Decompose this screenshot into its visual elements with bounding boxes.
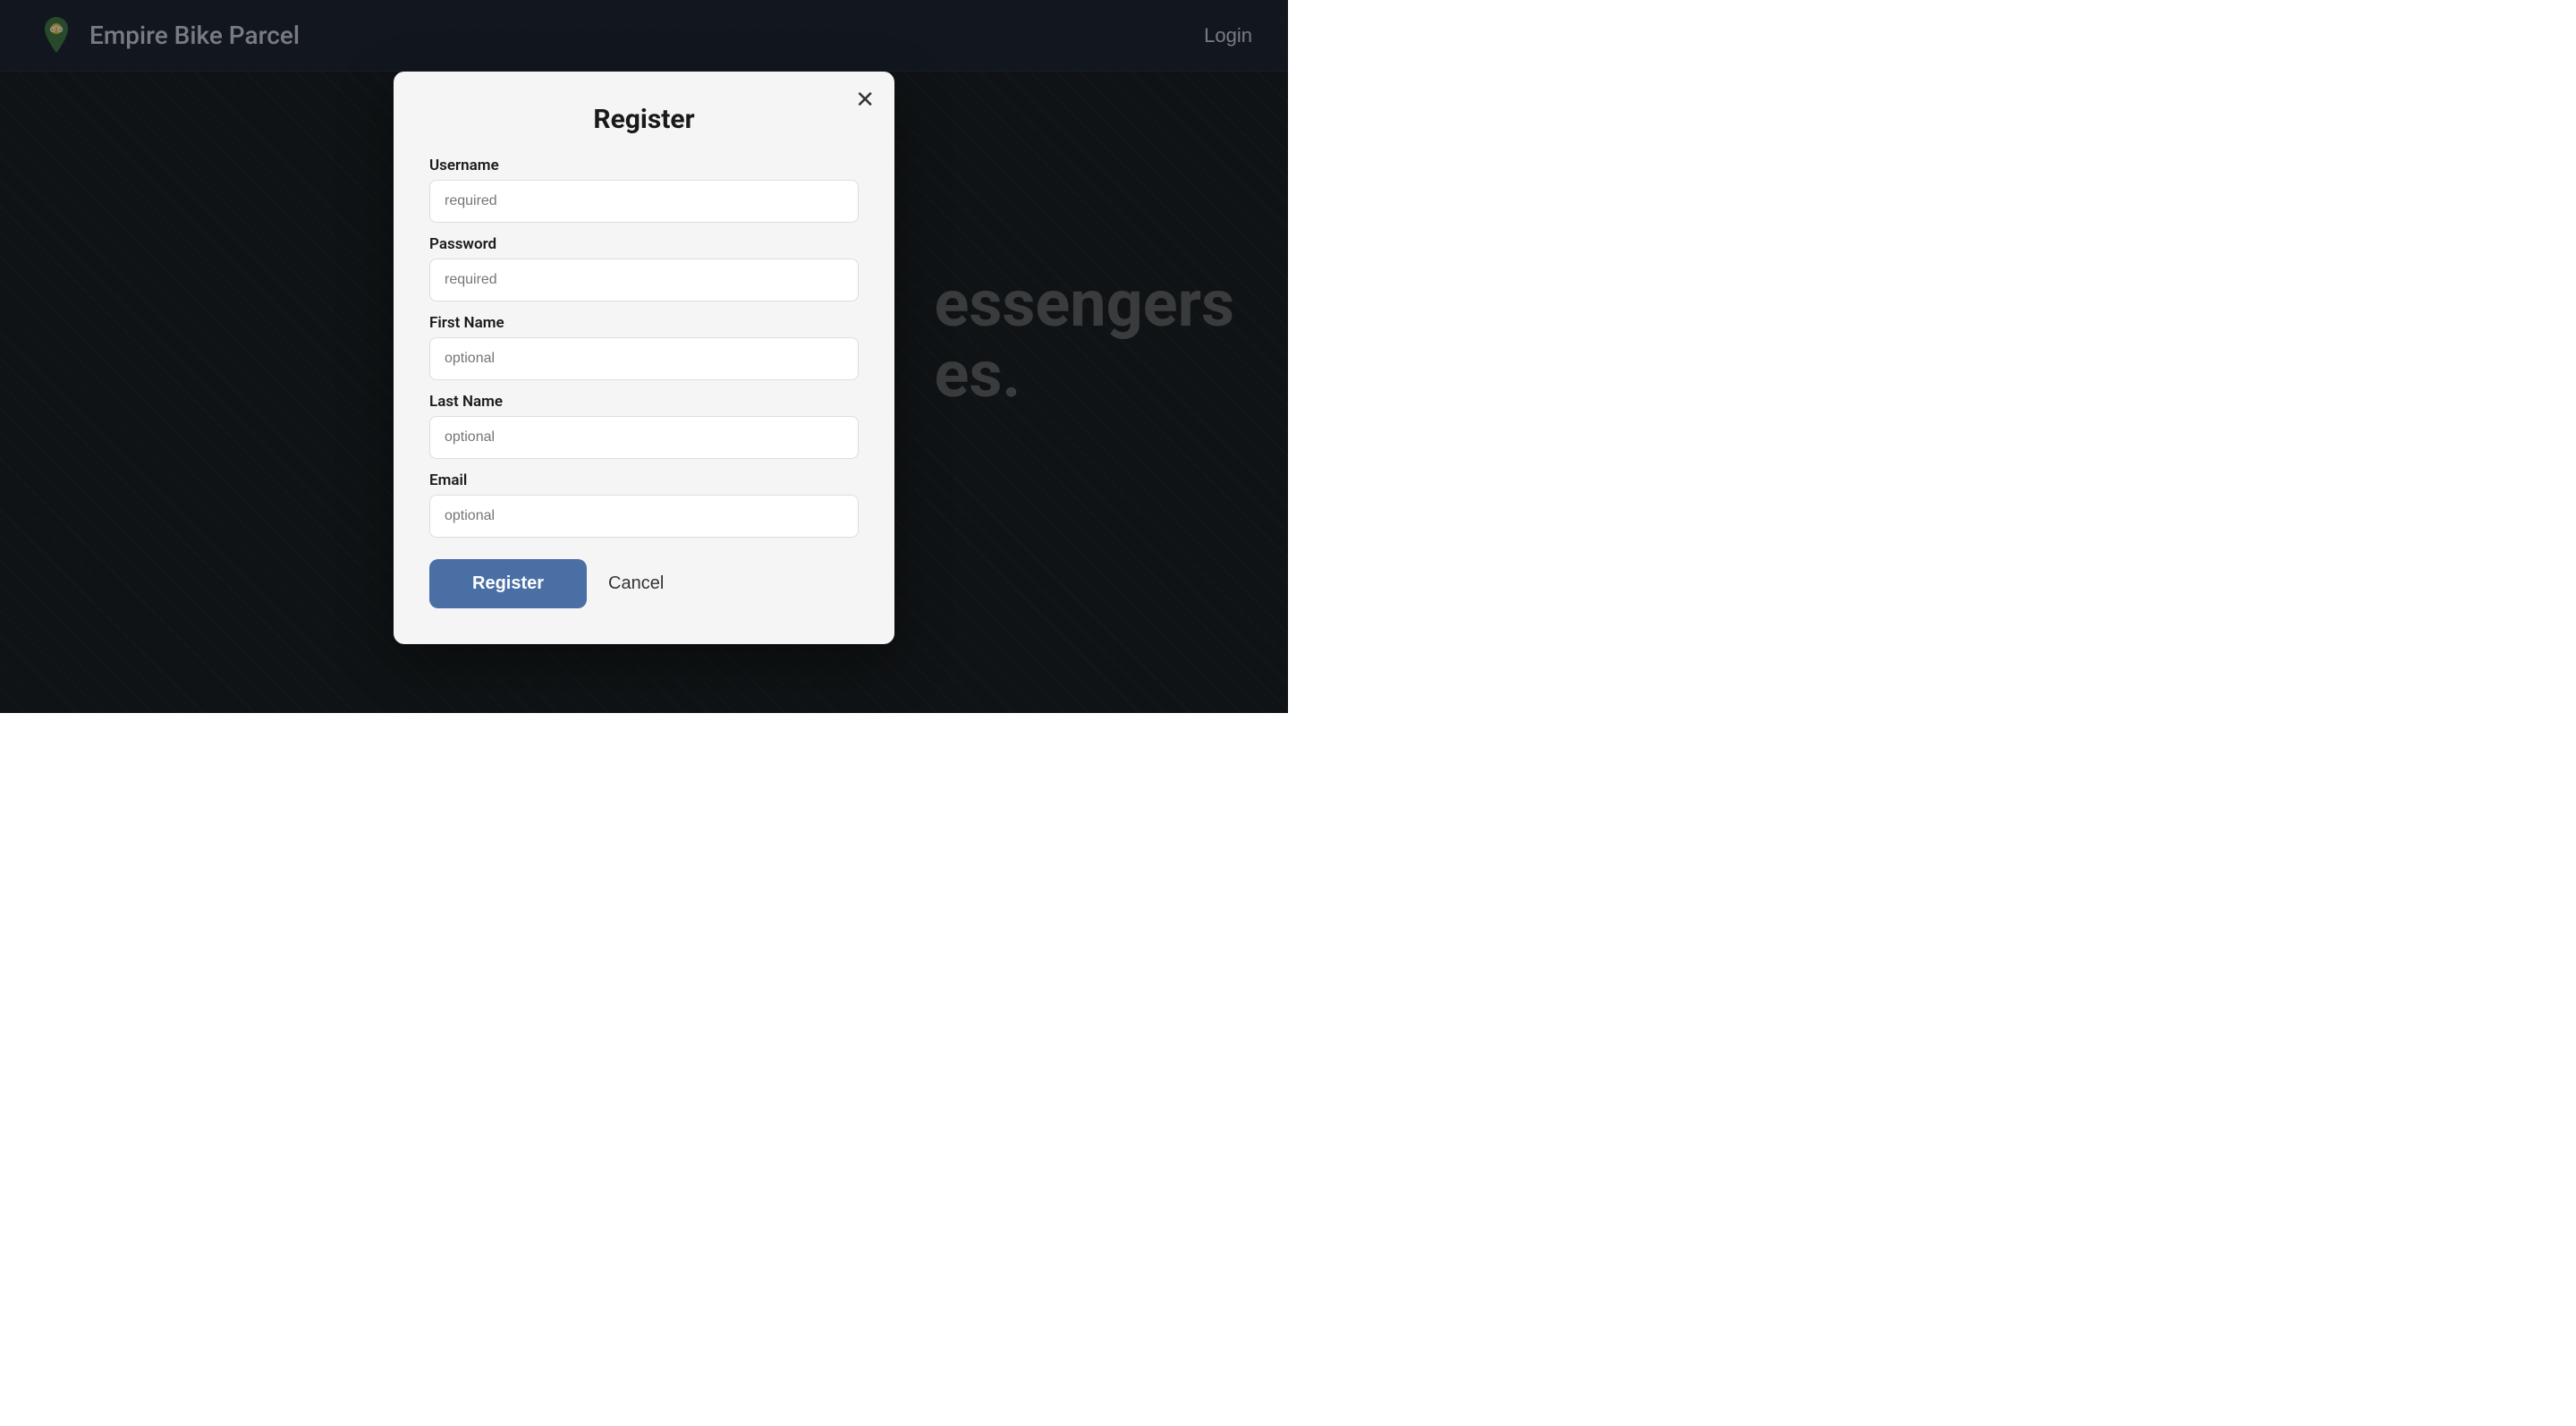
email-group: Email — [429, 471, 859, 538]
modal-actions: Register Cancel — [429, 559, 859, 608]
username-group: Username — [429, 157, 859, 223]
modal-overlay: ✕ Register Username Password First Name … — [0, 0, 1288, 713]
email-label: Email — [429, 471, 859, 489]
last-name-label: Last Name — [429, 393, 859, 411]
last-name-group: Last Name — [429, 393, 859, 459]
cancel-button[interactable]: Cancel — [608, 573, 664, 594]
email-input[interactable] — [429, 495, 859, 538]
first-name-input[interactable] — [429, 337, 859, 380]
password-label: Password — [429, 235, 859, 253]
username-label: Username — [429, 157, 859, 174]
modal-close-button[interactable]: ✕ — [855, 88, 875, 111]
register-modal: ✕ Register Username Password First Name … — [394, 72, 894, 644]
first-name-label: First Name — [429, 314, 859, 332]
register-submit-button[interactable]: Register — [429, 559, 587, 608]
username-input[interactable] — [429, 180, 859, 223]
password-group: Password — [429, 235, 859, 301]
last-name-input[interactable] — [429, 416, 859, 459]
first-name-group: First Name — [429, 314, 859, 380]
modal-title: Register — [429, 104, 859, 135]
password-input[interactable] — [429, 259, 859, 301]
